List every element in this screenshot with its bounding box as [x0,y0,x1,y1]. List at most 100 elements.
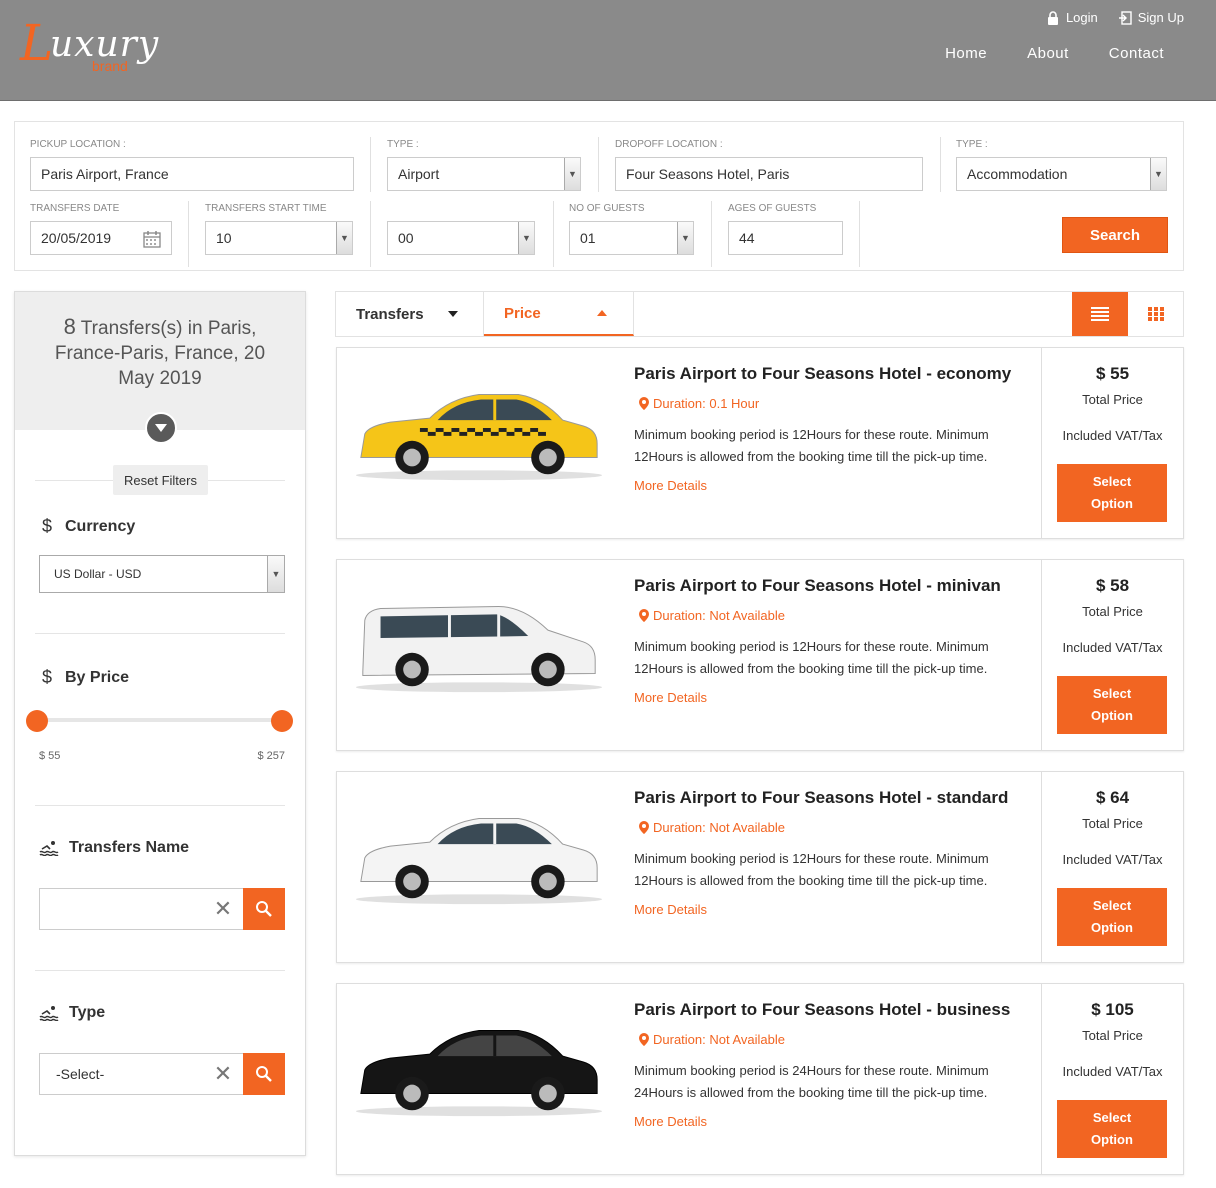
date-input[interactable]: 20/05/2019 [30,221,172,255]
price-amount: $ 105 [1091,1000,1134,1019]
more-details-link[interactable]: More Details [634,478,707,493]
price-slider-min-handle[interactable] [26,710,48,732]
chevron-down-icon: ▼ [267,556,284,592]
grid-view-button[interactable] [1128,292,1184,336]
swimmer-icon [39,1006,59,1021]
login-link[interactable]: Login [1046,10,1098,25]
duration-text: Duration: Not Available [653,820,786,835]
dropoff-type-select[interactable]: Accommodation ▼ [956,157,1167,191]
divider [598,137,599,192]
divider [370,201,371,267]
transfer-title[interactable]: Paris Airport to Four Seasons Hotel - mi… [634,576,1001,596]
dropoff-type-label: TYPE : [956,139,988,150]
nav-about[interactable]: About [1027,45,1069,62]
signup-link[interactable]: Sign Up [1118,10,1184,25]
reset-filters-button[interactable]: Reset Filters [113,465,208,495]
sort-by-transfers[interactable]: Transfers [336,292,484,336]
caret-down-icon [447,311,458,317]
filter-toggle-icon[interactable] [145,412,177,444]
map-pin-icon [639,821,649,834]
list-view-button[interactable] [1072,292,1128,336]
duration: Duration: Not Available [639,820,785,835]
start-hour-select[interactable]: 10 ▼ [205,221,353,255]
list-icon [1091,307,1109,321]
dropoff-label: DROPOFF LOCATION : [615,139,723,150]
pickup-type-select[interactable]: Airport ▼ [387,157,581,191]
pickup-type-value: Airport [398,166,440,182]
divider [370,137,371,192]
car-image[interactable] [351,792,607,912]
price-slider-max-handle[interactable] [271,710,293,732]
transfer-title[interactable]: Paris Airport to Four Seasons Hotel - bu… [634,1000,1010,1020]
price-slider-track[interactable] [39,718,283,722]
divider [711,201,712,267]
clear-icon[interactable]: ✕ [203,1054,243,1094]
divider [188,201,189,267]
total-price-label: Total Price [1082,816,1143,831]
calendar-icon[interactable] [143,230,161,248]
dropoff-type-value: Accommodation [967,166,1068,182]
results-count: 8 [63,314,76,339]
search-icon[interactable] [243,888,285,930]
duration-text: Duration: 0.1 Hour [653,396,760,411]
logo-initial: L [20,14,54,72]
price-column: $ 58 Total Price Included VAT/Tax Select… [1041,560,1183,750]
select-option-button[interactable]: Select Option [1057,464,1167,522]
duration: Duration: Not Available [639,1032,785,1047]
car-icon [355,394,603,481]
car-image[interactable] [351,368,607,488]
date-label: TRANSFERS DATE [30,203,120,214]
clear-icon[interactable]: ✕ [203,889,243,929]
car-icon [355,818,603,905]
start-minute-select[interactable]: 00 ▼ [387,221,535,255]
more-details-link[interactable]: More Details [634,690,707,705]
nav-home[interactable]: Home [945,45,987,62]
logo-subtext: brand [92,58,128,74]
transfers-name-input[interactable] [40,889,203,929]
sort-by-price[interactable]: Price [484,292,634,336]
main-nav: Home About Contact [945,45,1164,62]
transfer-description: Minimum booking period is 24Hours for th… [634,1063,989,1100]
date-value: 20/05/2019 [41,230,112,246]
dollar-icon: $ [41,667,52,687]
currency-title-label: Currency [65,517,136,535]
divider [35,970,285,971]
sort-price-label: Price [504,304,541,322]
car-icon [355,1030,603,1117]
sign-in-icon [1118,10,1132,25]
start-time-label: TRANSFERS START TIME [205,203,327,214]
pickup-input[interactable]: Paris Airport, France [30,157,354,191]
select-option-button[interactable]: Select Option [1057,888,1167,946]
dropoff-input[interactable]: Four Seasons Hotel, Paris [615,157,923,191]
search-button[interactable]: Search [1062,217,1168,253]
select-option-button[interactable]: Select Option [1057,676,1167,734]
transfer-title[interactable]: Paris Airport to Four Seasons Hotel - st… [634,788,1008,808]
type-input[interactable]: -Select- [40,1054,203,1094]
search-icon[interactable] [243,1053,285,1095]
car-image[interactable] [351,580,607,700]
divider [35,805,285,806]
price-min-label: $ 55 [39,750,61,762]
nav-contact[interactable]: Contact [1109,45,1164,62]
brand-logo[interactable]: L uxury brand [20,14,170,78]
total-price-label: Total Price [1082,604,1143,619]
guests-label: NO OF GUESTS [569,203,645,214]
car-icon [355,606,603,693]
ages-input[interactable]: 44 [728,221,843,255]
filter-sidebar: 8 Transfers(s) in Paris, France-Paris, F… [14,291,306,1156]
chevron-down-icon: ▼ [518,222,534,254]
map-pin-icon [639,1033,649,1046]
transfer-title[interactable]: Paris Airport to Four Seasons Hotel - ec… [634,364,1011,384]
price-amount: $ 64 [1095,788,1130,807]
divider [553,201,554,267]
vat-label: Included VAT/Tax [1062,428,1163,443]
transfers-name-label: Transfers Name [69,839,190,856]
more-details-link[interactable]: More Details [634,1114,707,1129]
guests-select[interactable]: 01 ▼ [569,221,694,255]
currency-select[interactable]: US Dollar - USD ▼ [39,555,285,593]
select-option-button[interactable]: Select Option [1057,1100,1167,1158]
more-details-link[interactable]: More Details [634,902,707,917]
transfer-description: Minimum booking period is 12Hours for th… [634,639,989,676]
type-filter: -Select- ✕ [39,1053,285,1095]
car-image[interactable] [351,1004,607,1124]
